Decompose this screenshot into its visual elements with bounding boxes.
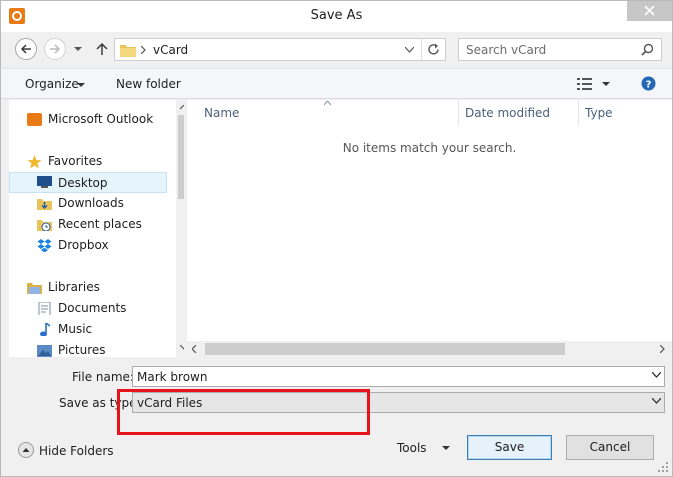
downloads-folder-icon (37, 199, 52, 210)
column-separator[interactable] (578, 100, 579, 126)
libraries-icon (27, 283, 42, 294)
nav-item-music[interactable]: Music (9, 319, 167, 340)
navigation-pane: Microsoft Outlook Favorites Desktop Down… (9, 100, 184, 357)
title-bar: Save As (1, 1, 672, 32)
column-header-name[interactable]: Name (204, 100, 239, 126)
annotation-highlight-box (117, 389, 370, 435)
music-icon (40, 323, 51, 336)
address-bar[interactable]: vCard (114, 38, 446, 61)
nav-item-pictures[interactable]: Pictures (9, 340, 167, 357)
filename-dropdown-icon[interactable] (652, 372, 661, 378)
up-arrow-icon[interactable] (96, 42, 108, 56)
forward-button[interactable] (44, 38, 66, 60)
filelist-horizontal-scrollbar[interactable] (187, 341, 672, 357)
address-divider (421, 39, 422, 60)
save-button[interactable]: Save (467, 435, 552, 460)
nav-item-favorites[interactable]: Favorites (9, 151, 167, 172)
nav-scroll-thumb[interactable] (178, 115, 184, 199)
resize-grip-icon[interactable] (657, 461, 669, 473)
view-dropdown-icon[interactable] (602, 82, 610, 87)
scroll-up-icon[interactable] (180, 105, 184, 110)
empty-message: No items match your search. (342, 141, 517, 155)
refresh-icon[interactable] (427, 43, 440, 56)
star-icon (27, 155, 42, 168)
breadcrumb-vcard[interactable]: vCard (153, 43, 188, 57)
filename-field[interactable]: Mark brown (132, 366, 665, 387)
nav-item-dropbox[interactable]: Dropbox (9, 235, 167, 256)
cancel-button[interactable]: Cancel (566, 435, 654, 460)
column-separator[interactable] (458, 100, 459, 126)
hide-folders-icon[interactable] (18, 442, 34, 458)
tools-dropdown-icon[interactable] (442, 446, 450, 451)
desktop-icon (37, 176, 52, 188)
file-list[interactable]: Name Date modified Type No items match y… (187, 100, 672, 357)
nav-item-microsoft-outlook[interactable]: Microsoft Outlook (9, 109, 167, 130)
sort-ascending-icon (324, 101, 331, 105)
close-icon (644, 6, 655, 16)
search-input[interactable]: Search vCard (458, 38, 662, 61)
hide-folders-button[interactable]: Hide Folders (39, 444, 114, 458)
column-header-type[interactable]: Type (585, 100, 613, 126)
back-button[interactable] (15, 38, 37, 60)
nav-item-downloads[interactable]: Downloads (9, 193, 167, 214)
outlook-icon (27, 113, 42, 126)
new-folder-button[interactable]: New folder (116, 77, 181, 91)
pictures-icon (37, 345, 52, 357)
nav-item-desktop[interactable]: Desktop (9, 172, 167, 193)
forward-arrow-icon (50, 44, 61, 54)
recent-places-icon (37, 220, 52, 231)
breadcrumb-separator-icon (141, 46, 146, 54)
dropbox-icon (37, 239, 52, 252)
scroll-right-icon[interactable] (660, 345, 665, 353)
view-options-icon[interactable] (577, 78, 592, 90)
search-icon[interactable] (641, 43, 654, 56)
nav-vertical-scrollbar[interactable] (176, 100, 184, 357)
nav-item-libraries[interactable]: Libraries (9, 277, 167, 298)
window-title: Save As (310, 8, 363, 23)
scroll-down-icon[interactable] (180, 345, 184, 350)
organize-dropdown-icon[interactable] (77, 83, 85, 88)
organize-button[interactable]: Organize (25, 77, 79, 91)
filename-value: Mark brown (137, 370, 208, 384)
nav-item-documents[interactable]: Documents (9, 298, 167, 319)
recent-locations-chevron-icon[interactable] (74, 47, 82, 52)
column-header-date-modified[interactable]: Date modified (465, 100, 550, 126)
help-icon[interactable]: ? (641, 76, 656, 91)
scroll-left-icon[interactable] (192, 345, 197, 353)
documents-icon (38, 302, 51, 315)
save-as-dialog: Save As vCard Search vCard Organize New … (0, 0, 673, 477)
filename-label: File name: (72, 370, 134, 384)
search-placeholder: Search vCard (466, 43, 547, 57)
close-button[interactable] (627, 1, 672, 21)
address-dropdown-icon[interactable] (405, 47, 414, 53)
savetype-dropdown-icon[interactable] (652, 398, 661, 404)
back-arrow-icon (20, 44, 31, 54)
nav-item-recent-places[interactable]: Recent places (9, 214, 167, 235)
tools-button[interactable]: Tools (397, 441, 427, 455)
command-bar: Organize New folder ? (1, 68, 672, 99)
filelist-scroll-thumb[interactable] (205, 343, 565, 355)
folder-icon (120, 45, 136, 57)
svg-text:?: ? (646, 80, 652, 91)
